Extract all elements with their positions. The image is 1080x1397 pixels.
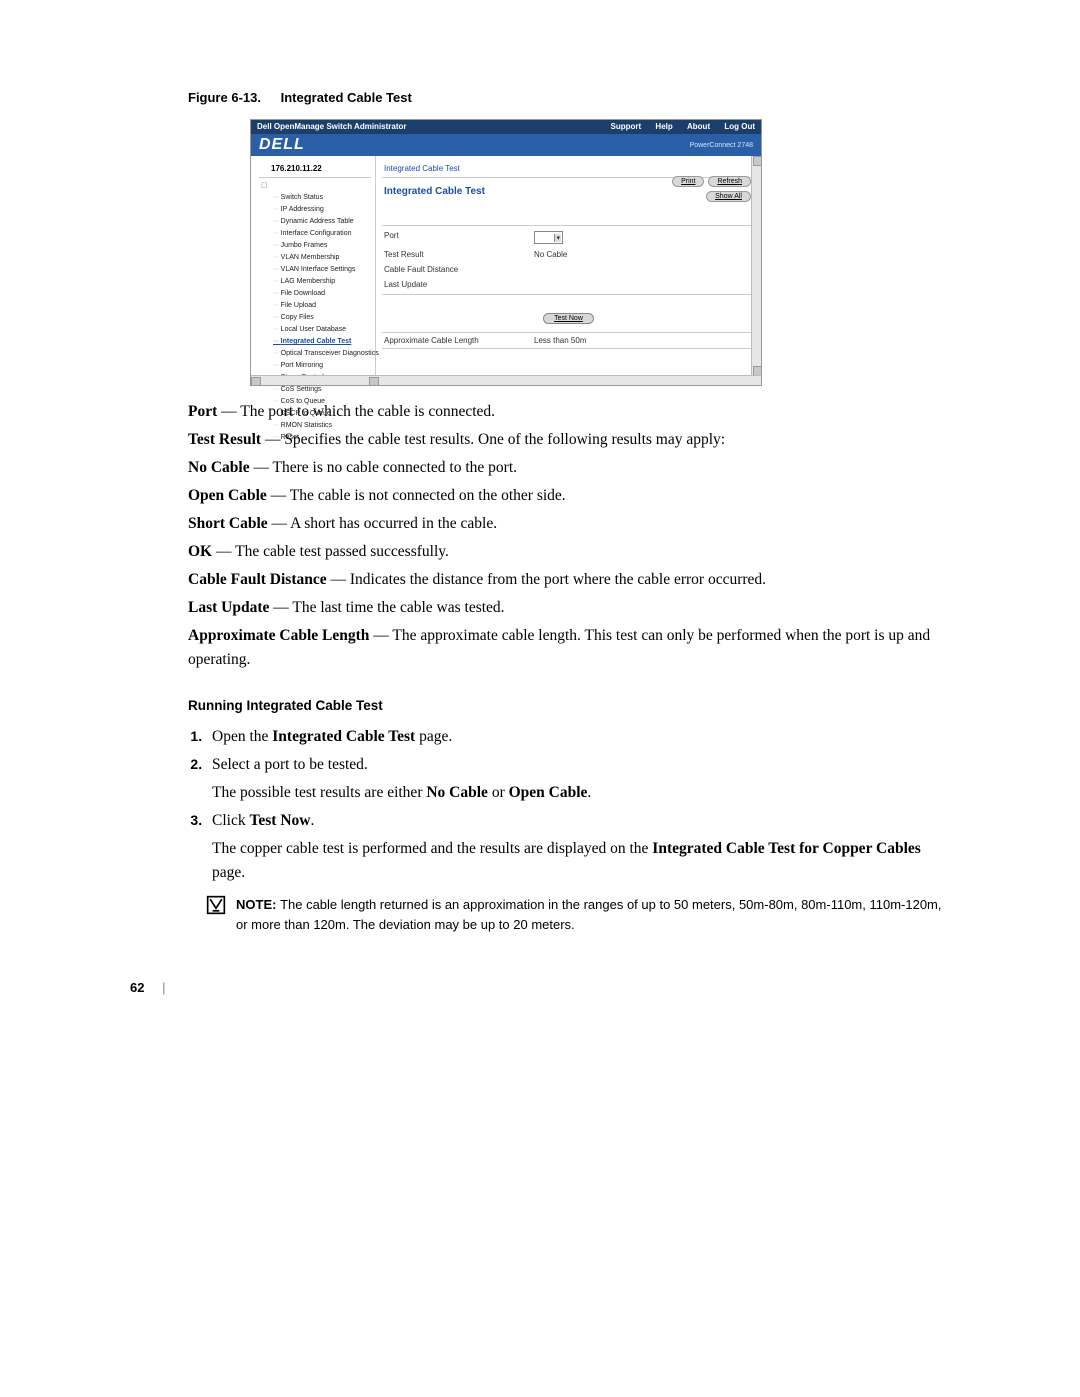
row-test-result: Test Result No Cable xyxy=(382,247,755,262)
desc-opencable: — The cable is not connected on the othe… xyxy=(267,487,566,504)
step-1: Open the Integrated Cable Test page. xyxy=(206,725,950,749)
content-panel: Integrated Cable Test Integrated Cable T… xyxy=(376,156,761,376)
sidebar-item[interactable]: LAG Membership xyxy=(259,276,371,288)
sidebar-item[interactable]: Reset xyxy=(259,432,371,444)
scrollbar-vertical[interactable] xyxy=(751,156,761,376)
procedure-heading: Running Integrated Cable Test xyxy=(188,696,950,717)
sidebar-item[interactable]: Interface Configuration xyxy=(259,228,371,240)
print-button[interactable]: Print xyxy=(672,176,704,187)
sidebar-item[interactable]: Jumbo Frames xyxy=(259,240,371,252)
step-3: Click Test Now. The copper cable test is… xyxy=(206,809,950,885)
term-testresult: Test Result xyxy=(188,431,261,448)
sidebar-item[interactable]: CoS to Queue xyxy=(259,396,371,408)
port-select[interactable] xyxy=(534,231,563,244)
label-test-result: Test Result xyxy=(384,250,534,259)
value-test-result: No Cable xyxy=(534,250,753,259)
nav-support[interactable]: Support xyxy=(611,122,642,131)
row-port: Port xyxy=(382,228,755,247)
note-block: NOTE: The cable length returned is an ap… xyxy=(206,895,950,934)
titlebar: Dell OpenManage Switch Administrator Sup… xyxy=(251,120,761,134)
showall-button[interactable]: Show All xyxy=(706,191,751,202)
sidebar-item[interactable]: VLAN Interface Settings xyxy=(259,264,371,276)
body-text: Port — The port to which the cable is co… xyxy=(188,400,950,934)
term-shortcable: Short Cable xyxy=(188,515,268,532)
app-title: Dell OpenManage Switch Administrator xyxy=(257,120,407,134)
sidebar-item[interactable]: Local User Database xyxy=(259,324,371,336)
desc-cfd: — Indicates the distance from the port w… xyxy=(327,571,766,588)
scrollbar-horizontal[interactable] xyxy=(251,375,761,385)
desc-ok: — The cable test passed successfully. xyxy=(212,543,449,560)
note-text: The cable length returned is an approxim… xyxy=(236,897,942,932)
figure-label: Figure 6-13. xyxy=(188,90,261,105)
test-now-button[interactable]: Test Now xyxy=(543,313,594,324)
label-approx: Approximate Cable Length xyxy=(384,336,534,345)
desc-shortcable: — A short has occurred in the cable. xyxy=(268,515,497,532)
sidebar: 176.210.11.22 Switch StatusIP Addressing… xyxy=(251,156,376,376)
screenshot-frame: Dell OpenManage Switch Administrator Sup… xyxy=(250,119,762,386)
nav-help[interactable]: Help xyxy=(655,122,672,131)
sidebar-ip: 176.210.11.22 xyxy=(259,160,371,178)
sidebar-item[interactable]: DSCP to Queue xyxy=(259,408,371,420)
note-label: NOTE: xyxy=(236,897,280,912)
procedure-steps: Open the Integrated Cable Test page. Sel… xyxy=(206,725,950,885)
sidebar-item[interactable]: Switch Status xyxy=(259,192,371,204)
desc-nocable: — There is no cable connected to the por… xyxy=(250,459,517,476)
figure-caption: Figure 6-13. Integrated Cable Test xyxy=(188,90,950,105)
term-ok: OK xyxy=(188,543,212,560)
page-number: 62 xyxy=(130,980,144,995)
sidebar-item[interactable]: RMON Statistics xyxy=(259,420,371,432)
row-cfd: Cable Fault Distance xyxy=(382,262,755,277)
sidebar-item[interactable]: IP Addressing xyxy=(259,204,371,216)
page-number-block: 62 | xyxy=(130,980,950,995)
label-cfd: Cable Fault Distance xyxy=(384,265,534,274)
sidebar-item[interactable]: Optical Transceiver Diagnostics xyxy=(259,348,371,360)
sidebar-item[interactable]: CoS Settings xyxy=(259,384,371,396)
sidebar-item[interactable]: Integrated Cable Test xyxy=(259,336,371,348)
sidebar-item[interactable]: VLAN Membership xyxy=(259,252,371,264)
sidebar-item[interactable]: File Upload xyxy=(259,300,371,312)
row-approx: Approximate Cable Length Less than 50m xyxy=(382,332,755,349)
sidebar-item[interactable]: Copy Files xyxy=(259,312,371,324)
step-2: Select a port to be tested. The possible… xyxy=(206,753,950,805)
desc-lastupdate: — The last time the cable was tested. xyxy=(269,599,504,616)
brand-bar: DELL PowerConnect 2748 xyxy=(251,134,761,156)
label-last-update: Last Update xyxy=(384,280,534,289)
dell-logo: DELL xyxy=(259,136,305,154)
term-port: Port xyxy=(188,403,217,420)
refresh-button[interactable]: Refresh xyxy=(708,176,751,187)
value-approx: Less than 50m xyxy=(534,336,586,345)
sidebar-item[interactable]: Dynamic Address Table xyxy=(259,216,371,228)
product-label: PowerConnect 2748 xyxy=(690,142,753,149)
value-cfd xyxy=(534,265,753,274)
value-last-update xyxy=(534,280,753,289)
term-opencable: Open Cable xyxy=(188,487,267,504)
row-last-update: Last Update xyxy=(382,277,755,292)
sidebar-item[interactable]: Port Mirroring xyxy=(259,360,371,372)
note-icon xyxy=(206,895,226,915)
term-nocable: No Cable xyxy=(188,459,250,476)
term-approx: Approximate Cable Length xyxy=(188,627,369,644)
figure-title: Integrated Cable Test xyxy=(281,90,412,105)
label-port: Port xyxy=(384,231,534,244)
nav-about[interactable]: About xyxy=(687,122,710,131)
tree-root-icon xyxy=(259,180,371,192)
term-lastupdate: Last Update xyxy=(188,599,269,616)
sidebar-item[interactable]: File Download xyxy=(259,288,371,300)
nav-logout[interactable]: Log Out xyxy=(724,122,755,131)
term-cfd: Cable Fault Distance xyxy=(188,571,327,588)
